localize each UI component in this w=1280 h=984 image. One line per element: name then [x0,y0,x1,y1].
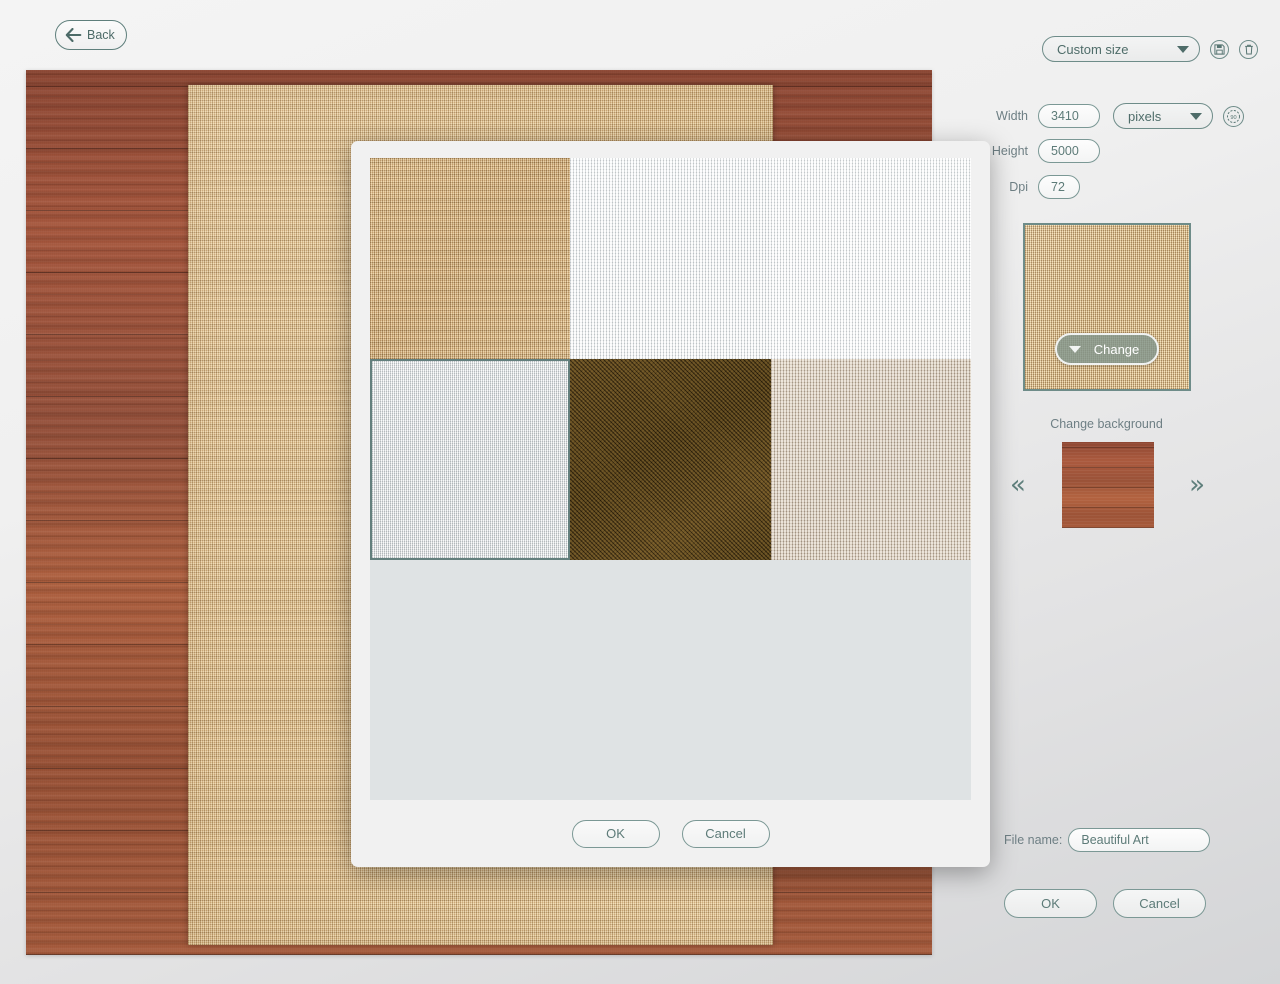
rotate-90-icon[interactable]: 90 [1223,105,1244,127]
chevron-down-icon [1177,45,1189,53]
material-swatch-burlap-tan[interactable] [370,158,571,359]
material-swatch-beige-linen[interactable] [770,359,971,560]
height-row: Height 5000 [990,139,1100,163]
svg-text:90: 90 [1230,114,1236,120]
unit-value: pixels [1128,108,1162,124]
file-name-label: File name: [1004,833,1063,847]
panel-action-buttons: OK Cancel [1004,889,1206,918]
file-name-input[interactable]: Beautiful Art [1068,828,1211,852]
panel-cancel-button[interactable]: Cancel [1113,889,1206,918]
material-swatch-white-linen[interactable] [570,158,771,359]
width-row: Width 3410 pixels 90 [990,103,1244,129]
double-chevron-left-icon[interactable]: « [1010,472,1026,498]
material-swatch-grid [370,158,971,560]
dialog-ok-button[interactable]: OK [571,819,660,848]
panel-ok-button[interactable]: OK [1004,889,1097,918]
height-label: Height [991,144,1028,158]
change-background-label: Change background [1050,417,1163,431]
trash-icon[interactable] [1239,39,1258,59]
material-swatch-white-linen-2[interactable] [770,158,971,359]
right-settings-panel: Custom size Width 3410 pixels 90 Height … [990,0,1280,984]
size-preset-value: Custom size [1057,41,1129,57]
background-swatch-wood[interactable] [1061,442,1154,528]
save-disk-icon[interactable] [1210,39,1229,59]
file-name-row: File name: Beautiful Art [1004,828,1211,852]
height-input[interactable]: 5000 [1038,139,1100,163]
change-button-label: Change [1093,341,1140,357]
background-picker: « » [1010,442,1205,528]
size-preset-select[interactable]: Custom size [1042,36,1200,62]
chevron-down-icon [1190,112,1202,120]
dialog-cancel-button[interactable]: Cancel [681,819,770,848]
dpi-label: Dpi [1009,180,1028,194]
back-button[interactable]: Back [55,20,127,50]
width-label: Width [996,109,1028,123]
dpi-input[interactable]: 72 [1038,175,1080,199]
material-chooser-dialog: OK Cancel [351,141,990,867]
change-material-button[interactable]: Change [1054,333,1160,365]
material-preview-thumbnail[interactable]: Change [1023,223,1191,391]
arrow-left-icon [65,28,82,42]
double-chevron-right-icon[interactable]: » [1189,472,1205,498]
dialog-action-buttons: OK Cancel [351,800,990,867]
swatch-scroll-area[interactable] [370,158,971,800]
size-preset-row: Custom size [1042,36,1258,62]
width-input[interactable]: 3410 [1038,104,1100,128]
back-button-label: Back [87,28,115,42]
caret-down-icon [1068,345,1081,353]
material-swatch-dark-brown[interactable] [570,359,771,560]
material-swatch-pale-grid[interactable] [370,359,571,560]
unit-select[interactable]: pixels [1113,103,1213,129]
dpi-row: Dpi 72 [990,175,1080,199]
